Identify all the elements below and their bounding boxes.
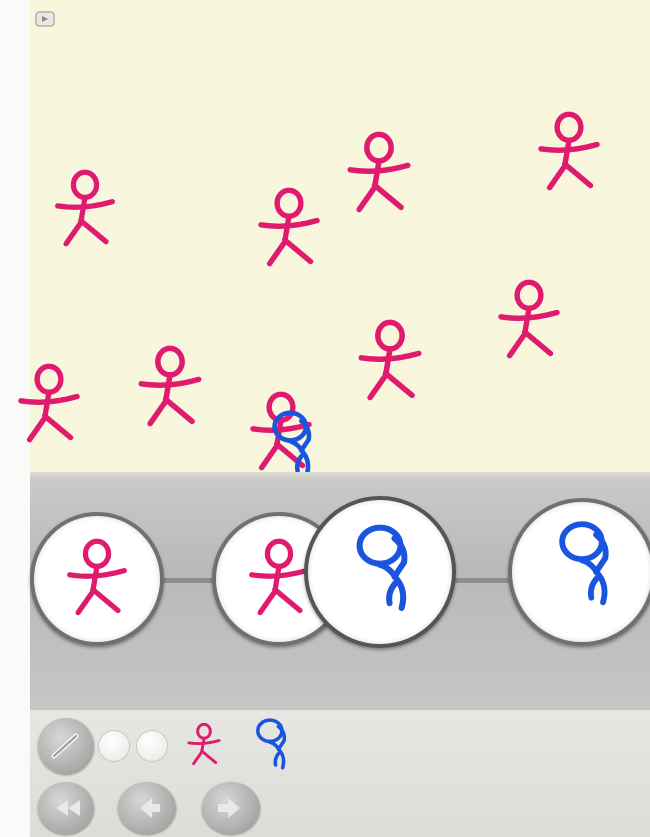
forward-icon bbox=[218, 798, 240, 818]
pink-stickman-icon[interactable] bbox=[354, 318, 426, 402]
pink-stickman-icon[interactable] bbox=[344, 130, 414, 214]
corner-menu-icon[interactable] bbox=[34, 8, 60, 30]
rewind-button[interactable] bbox=[38, 782, 94, 834]
pink-stickman-icon[interactable] bbox=[534, 110, 604, 192]
blank-swatch[interactable] bbox=[136, 730, 168, 762]
blank-swatch[interactable] bbox=[98, 730, 130, 762]
rewind-icon bbox=[56, 800, 80, 816]
blue-blob-icon bbox=[308, 500, 452, 644]
pink-stickman-icon[interactable] bbox=[14, 362, 84, 444]
back-icon bbox=[140, 798, 160, 818]
blue-blob-icon[interactable] bbox=[252, 718, 292, 772]
blue-blob-icon bbox=[512, 502, 650, 642]
drawing-canvas[interactable] bbox=[30, 0, 650, 478]
back-button[interactable] bbox=[118, 782, 176, 834]
forward-button[interactable] bbox=[202, 782, 260, 834]
pink-stickman-icon[interactable] bbox=[184, 722, 224, 766]
timeline-frame[interactable] bbox=[508, 498, 650, 646]
pen-icon bbox=[51, 733, 79, 759]
pink-stickman-icon[interactable] bbox=[134, 344, 206, 428]
timeline-frame[interactable] bbox=[30, 512, 164, 646]
pink-stickman-icon[interactable] bbox=[50, 168, 120, 248]
blue-blob-icon[interactable] bbox=[258, 410, 328, 480]
pen-tool-button[interactable] bbox=[38, 718, 94, 774]
pink-stickman-icon[interactable] bbox=[254, 186, 324, 268]
pink-stickman-icon bbox=[34, 516, 160, 642]
timeline-frame-selected[interactable] bbox=[304, 496, 456, 648]
pink-stickman-icon[interactable] bbox=[494, 278, 564, 360]
